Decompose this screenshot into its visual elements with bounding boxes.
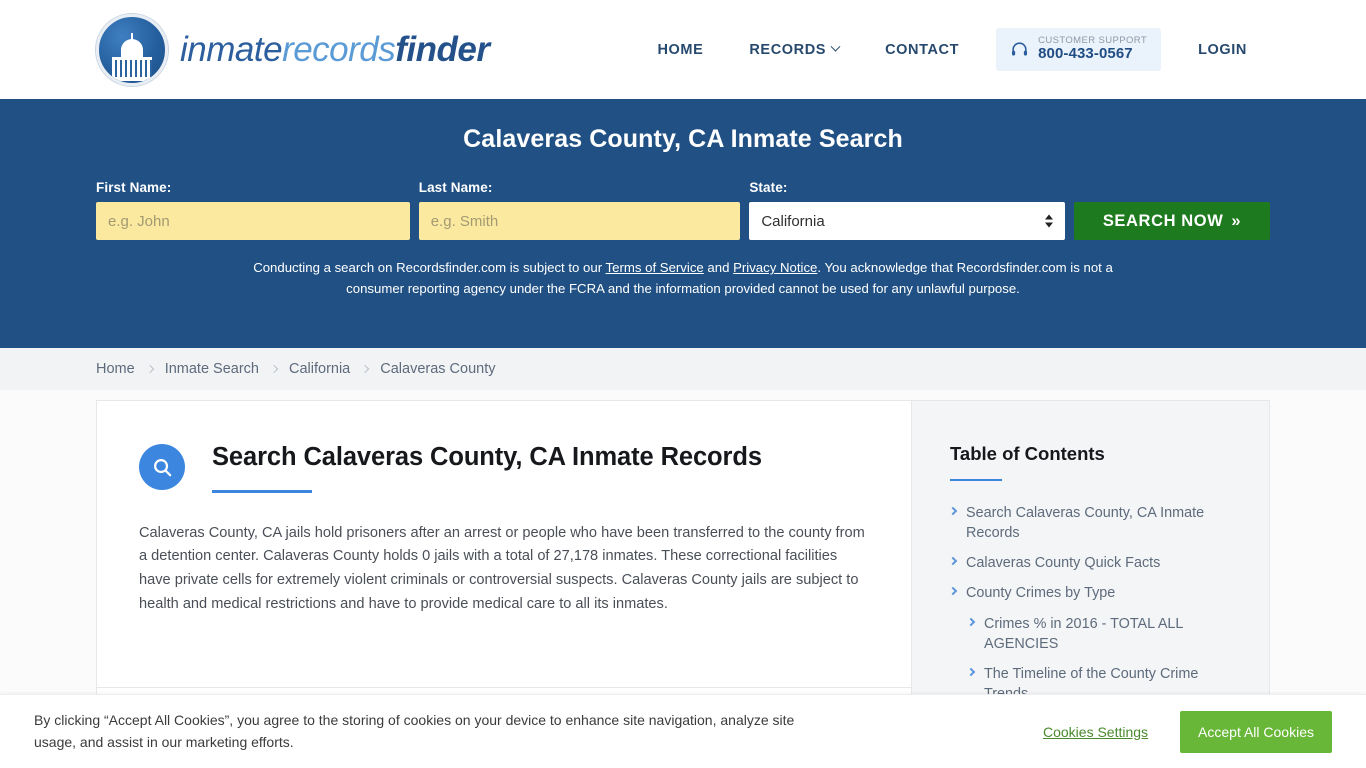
brand-logo-link[interactable]: inmaterecordsfinder (96, 13, 490, 86)
content-divider (97, 687, 911, 688)
chevron-right-icon (966, 667, 976, 677)
search-now-label: SEARCH NOW (1102, 211, 1224, 230)
breadcrumb: Home Inmate Search California Calaveras … (96, 361, 496, 377)
toc-item-crimes-percent-2016[interactable]: Crimes % in 2016 - TOTAL ALL AGENCIES (950, 614, 1239, 654)
brand-part-finder: finder (395, 29, 490, 69)
list-item: Calaveras County Quick Facts (948, 553, 1239, 573)
toc-item-label: Search Calaveras County, CA Inmate Recor… (966, 505, 1205, 542)
chevron-right-icon (269, 364, 279, 374)
disclaimer-text-1: Conducting a search on Recordsfinder.com… (253, 260, 606, 275)
chevron-down-icon (830, 41, 841, 52)
brand-part-records: records (282, 29, 396, 69)
last-name-field-group: Last Name: (418, 180, 741, 240)
chevron-right-icon (948, 557, 958, 566)
chevron-right-icon (948, 587, 958, 596)
toc-item-label: County Crimes by Type (966, 585, 1116, 602)
chevron-right-icon (145, 364, 154, 374)
cookie-banner-actions: Cookies Settings Accept All Cookies (1043, 710, 1332, 753)
toc-item-search-records[interactable]: Search Calaveras County, CA Inmate Recor… (948, 503, 1239, 543)
site-header: inmaterecordsfinder HOME RECORDS CONTACT… (0, 0, 1366, 99)
nav-item-records[interactable]: RECORDS (726, 42, 862, 58)
toc-item-county-crimes-by-type[interactable]: County Crimes by Type (948, 583, 1239, 603)
first-name-input[interactable] (96, 202, 410, 240)
cookies-settings-link[interactable]: Cookies Settings (1043, 724, 1148, 740)
table-of-contents-title: Table of Contents (950, 443, 1105, 464)
inmate-search-form: First Name: Last Name: State: SEARCH NOW… (96, 180, 1271, 240)
nav-item-home[interactable]: HOME (634, 42, 726, 58)
list-item: Crimes % in 2016 - TOTAL ALL AGENCIES (950, 614, 1239, 654)
last-name-label: Last Name: (418, 180, 493, 195)
breadcrumb-item-california[interactable]: California (289, 361, 350, 377)
toc-item-label: Crimes % in 2016 - TOTAL ALL AGENCIES (984, 615, 1183, 652)
toc-item-label: Calaveras County Quick Facts (966, 555, 1161, 572)
toc-underline (950, 479, 1002, 481)
cookie-consent-banner: By clicking “Accept All Cookies”, you ag… (0, 694, 1366, 768)
main-paragraph: Calaveras County, CA jails hold prisoner… (139, 524, 865, 613)
accept-all-cookies-button[interactable]: Accept All Cookies (1180, 710, 1332, 753)
nav-item-contact[interactable]: CONTACT (862, 42, 982, 58)
main-navigation: HOME RECORDS CONTACT CUSTOMER SUPPORT 80… (634, 28, 1270, 71)
breadcrumb-bar: Home Inmate Search California Calaveras … (0, 348, 1366, 390)
first-name-field-group: First Name: (96, 180, 410, 240)
brand-wordmark: inmaterecordsfinder (180, 30, 490, 70)
nav-item-records-label: RECORDS (749, 41, 827, 58)
headset-icon (1012, 42, 1028, 56)
table-of-contents-list: Search Calaveras County, CA Inmate Recor… (948, 503, 1239, 704)
search-disclaimer: Conducting a search on Recordsfinder.com… (253, 257, 1113, 300)
chevron-right-icon (948, 506, 958, 516)
breadcrumb-item-inmate-search[interactable]: Inmate Search (165, 361, 259, 377)
chevron-right-icon (966, 617, 976, 626)
nav-item-contact-label: CONTACT (885, 41, 960, 58)
breadcrumb-item-current: Calaveras County (380, 361, 496, 377)
list-item: Search Calaveras County, CA Inmate Recor… (948, 503, 1239, 543)
nav-item-home-label: HOME (657, 41, 704, 58)
double-chevron-right-icon: » (1231, 211, 1242, 230)
chevron-right-icon (361, 364, 370, 374)
cookie-banner-text: By clicking “Accept All Cookies”, you ag… (34, 711, 795, 750)
search-icon (139, 444, 185, 490)
first-name-label: First Name: (96, 180, 172, 195)
search-now-button[interactable]: SEARCH NOW » (1074, 202, 1271, 240)
hero-search-section: Calaveras County, CA Inmate Search First… (0, 99, 1366, 348)
state-select[interactable] (749, 202, 1066, 240)
terms-of-service-link[interactable]: Terms of Service (606, 260, 704, 275)
section-heading: Search Calaveras County, CA Inmate Recor… (212, 443, 762, 471)
privacy-notice-link[interactable]: Privacy Notice (733, 260, 817, 275)
capitol-dome-icon (96, 13, 168, 86)
customer-support-box[interactable]: CUSTOMER SUPPORT 800-433-0567 (996, 28, 1162, 71)
last-name-input[interactable] (418, 202, 741, 240)
disclaimer-text-2: and (703, 260, 734, 275)
nav-item-login-label: LOGIN (1198, 41, 1247, 58)
page-title: Calaveras County, CA Inmate Search (463, 125, 903, 153)
toc-item-quick-facts[interactable]: Calaveras County Quick Facts (948, 553, 1239, 573)
list-item: County Crimes by Type (948, 583, 1239, 603)
state-label: State: (749, 180, 788, 195)
brand-part-inmate: inmate (180, 29, 283, 69)
support-phone-number: 800-433-0567 (1038, 45, 1133, 63)
state-field-group: State: (749, 180, 1066, 240)
breadcrumb-item-home[interactable]: Home (96, 361, 135, 377)
heading-underline (212, 490, 312, 493)
nav-item-login[interactable]: LOGIN (1175, 42, 1270, 58)
